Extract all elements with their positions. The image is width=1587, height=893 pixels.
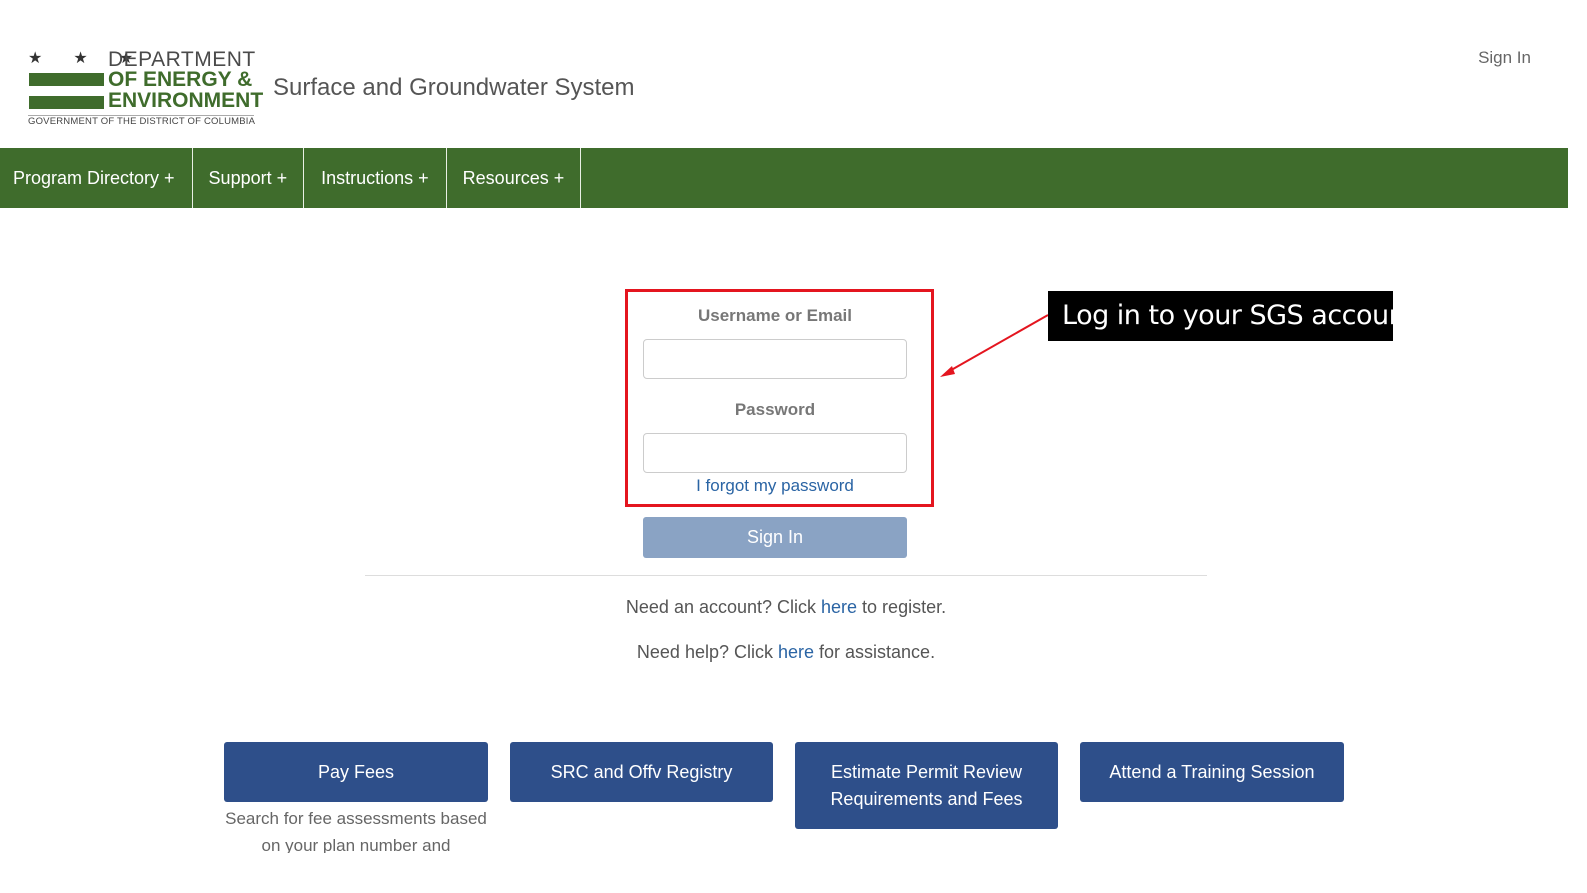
src-offv-registry-button[interactable]: SRC and Offv Registry	[510, 742, 773, 802]
training-session-button[interactable]: Attend a Training Session	[1080, 742, 1344, 802]
logo-line-3: ENVIRONMENT	[108, 89, 264, 112]
help-suffix: for assistance.	[814, 642, 936, 662]
help-link[interactable]: here	[778, 642, 814, 662]
estimate-permit-button[interactable]: Estimate Permit Review Requirements and …	[795, 742, 1058, 829]
annotation-callout: Log in to your SGS account	[1048, 291, 1416, 341]
logo-flag-bar	[29, 96, 104, 109]
pay-fees-button[interactable]: Pay Fees	[224, 742, 488, 802]
pay-fees-description: Search for fee assessments based on your…	[225, 809, 487, 853]
sign-in-button[interactable]: Sign In	[643, 517, 907, 558]
nav-program-directory[interactable]: Program Directory +	[0, 148, 193, 208]
logo-flag-bar	[29, 73, 104, 86]
logo-subline: GOVERNMENT OF THE DISTRICT OF COLUMBIA	[28, 116, 256, 127]
help-message: Need help? Click here for assistance.	[365, 642, 1207, 663]
logo-line-2: OF ENERGY &	[108, 68, 253, 91]
header-sign-in-link[interactable]: Sign In	[1478, 48, 1531, 68]
divider	[365, 575, 1207, 576]
nav-instructions[interactable]: Instructions +	[304, 148, 447, 208]
nav-resources[interactable]: Resources +	[447, 148, 582, 208]
register-link[interactable]: here	[821, 597, 857, 617]
register-prefix: Need an account? Click	[625, 597, 822, 617]
main-nav: Program Directory + Support + Instructio…	[0, 148, 1568, 208]
register-message: Need an account? Click here to register.	[365, 597, 1207, 618]
callout-arrow-icon	[940, 314, 1049, 377]
doee-logo[interactable]: ★ ★ ★ DEPARTMENT OF ENERGY & ENVIRONMENT…	[28, 48, 263, 130]
site-header: ★ ★ ★ DEPARTMENT OF ENERGY & ENVIRONMENT…	[0, 30, 1568, 148]
nav-support[interactable]: Support +	[193, 148, 305, 208]
site-title: Surface and Groundwater System	[273, 74, 635, 101]
login-highlight-box	[625, 289, 934, 507]
help-prefix: Need help? Click	[636, 642, 778, 662]
page: ★ ★ ★ DEPARTMENT OF ENERGY & ENVIRONMENT…	[0, 30, 1568, 853]
register-suffix: to register.	[857, 597, 947, 617]
